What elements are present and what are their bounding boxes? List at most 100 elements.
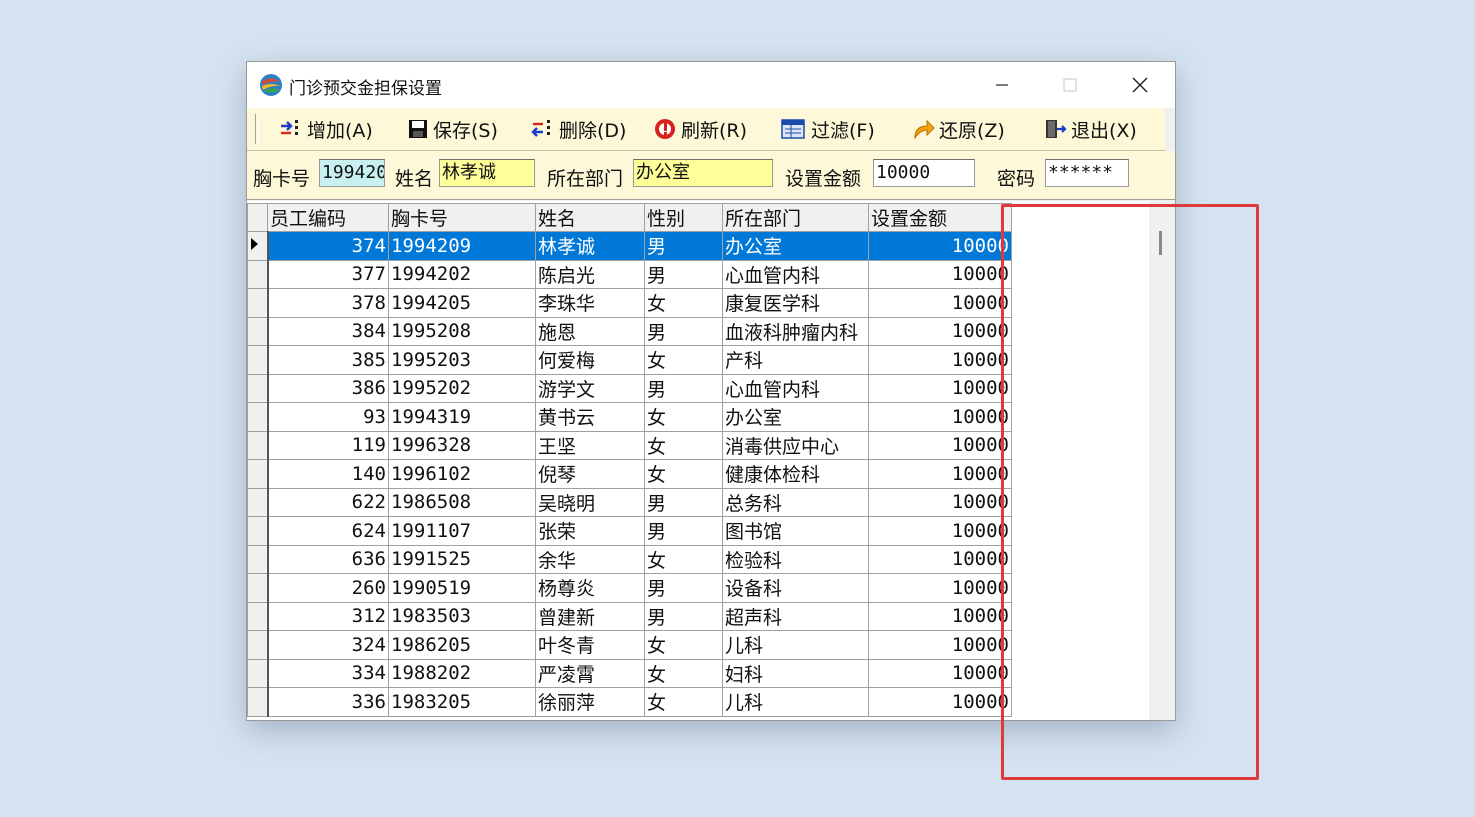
minimize-button[interactable] [979, 70, 1025, 100]
department-cell[interactable]: 心血管内科 [722, 373, 869, 403]
name-cell[interactable]: 严凌霄 [535, 658, 645, 688]
row-indicator[interactable] [247, 345, 269, 375]
gender-cell[interactable]: 男 [644, 601, 723, 631]
card-number-cell[interactable]: 1983205 [388, 687, 536, 717]
card-number-cell[interactable]: 1994205 [388, 288, 536, 318]
row-indicator[interactable] [247, 373, 269, 403]
row-indicator[interactable] [247, 516, 269, 546]
gender-cell[interactable]: 女 [644, 430, 723, 460]
table-row[interactable]: 336 1983205 徐丽萍女儿科 10000 [247, 687, 1012, 717]
employee-id-cell[interactable]: 260 [267, 573, 389, 603]
row-indicator[interactable] [247, 630, 269, 660]
row-indicator[interactable] [247, 402, 269, 432]
gender-cell[interactable]: 女 [644, 288, 723, 318]
department-cell[interactable]: 消毒供应中心 [722, 430, 869, 460]
card-number-cell[interactable]: 1996328 [388, 430, 536, 460]
name-cell[interactable]: 张荣 [535, 516, 645, 546]
delete-button[interactable]: 删除(D) [531, 116, 626, 142]
table-row[interactable]: 378 1994205 李珠华女康复医学科 10000 [247, 288, 1012, 318]
card-number-cell[interactable]: 1991525 [388, 544, 536, 574]
amount-cell[interactable]: 10000 [868, 231, 1012, 261]
row-indicator[interactable] [247, 259, 269, 289]
name-cell[interactable]: 陈启光 [535, 259, 645, 289]
maximize-button[interactable] [1047, 70, 1093, 100]
department-cell[interactable]: 办公室 [722, 402, 869, 432]
card-number-cell[interactable]: 1988202 [388, 658, 536, 688]
gender-cell[interactable]: 女 [644, 544, 723, 574]
name-cell[interactable]: 黄书云 [535, 402, 645, 432]
department-cell[interactable]: 健康体检科 [722, 459, 869, 489]
table-row[interactable]: 624 1991107 张荣男图书馆 10000 [247, 516, 1012, 546]
name-cell[interactable]: 何爱梅 [535, 345, 645, 375]
row-indicator[interactable] [247, 544, 269, 574]
amount-cell[interactable]: 10000 [868, 316, 1012, 346]
employee-id-cell[interactable]: 378 [267, 288, 389, 318]
employee-id-cell[interactable]: 140 [267, 459, 389, 489]
amount-cell[interactable]: 10000 [868, 259, 1012, 289]
employee-id-cell[interactable]: 385 [267, 345, 389, 375]
department-cell[interactable]: 儿科 [722, 687, 869, 717]
table-row[interactable]: 622 1986508 吴晓明男总务科 10000 [247, 487, 1012, 517]
card-number-cell[interactable]: 1986205 [388, 630, 536, 660]
amount-cell[interactable]: 10000 [868, 544, 1012, 574]
employee-id-cell[interactable]: 386 [267, 373, 389, 403]
amount-cell[interactable]: 10000 [868, 516, 1012, 546]
name-cell[interactable]: 施恩 [535, 316, 645, 346]
employee-id-cell[interactable]: 93 [267, 402, 389, 432]
department-cell[interactable]: 妇科 [722, 658, 869, 688]
gender-header[interactable]: 性别 [644, 203, 723, 232]
employee-id-cell[interactable]: 377 [267, 259, 389, 289]
gender-cell[interactable]: 女 [644, 687, 723, 717]
row-indicator[interactable] [247, 430, 269, 460]
name-cell[interactable]: 徐丽萍 [535, 687, 645, 717]
table-row[interactable]: 386 1995202 游学文男心血管内科 10000 [247, 373, 1012, 403]
table-row[interactable]: 140 1996102 倪琴女健康体检科 10000 [247, 459, 1012, 489]
amount-cell[interactable]: 10000 [868, 687, 1012, 717]
amount-cell[interactable]: 10000 [868, 373, 1012, 403]
add-button[interactable]: 增加(A) [279, 116, 373, 142]
card-number-cell[interactable]: 1990519 [388, 573, 536, 603]
amount-cell[interactable]: 10000 [868, 288, 1012, 318]
row-indicator[interactable] [247, 459, 269, 489]
department-cell[interactable]: 办公室 [722, 231, 869, 261]
employee-id-header[interactable]: 员工编码 [267, 203, 389, 232]
amount-cell[interactable]: 10000 [868, 601, 1012, 631]
close-button[interactable] [1117, 70, 1163, 100]
table-row[interactable]: 119 1996328 王坚女消毒供应中心 10000 [247, 430, 1012, 460]
table-row[interactable]: 260 1990519 杨尊炎男设备科 10000 [247, 573, 1012, 603]
amount-cell[interactable]: 10000 [868, 658, 1012, 688]
gender-cell[interactable]: 男 [644, 487, 723, 517]
gender-cell[interactable]: 女 [644, 630, 723, 660]
save-button[interactable]: 保存(S) [407, 116, 498, 142]
table-row[interactable]: 93 1994319 黄书云女办公室 10000 [247, 402, 1012, 432]
restore-button[interactable]: 还原(Z) [911, 116, 1005, 142]
table-row[interactable]: 324 1986205 叶冬青女儿科 10000 [247, 630, 1012, 660]
employee-id-cell[interactable]: 384 [267, 316, 389, 346]
amount-cell[interactable]: 10000 [868, 459, 1012, 489]
department-cell[interactable]: 超声科 [722, 601, 869, 631]
row-indicator[interactable] [247, 231, 269, 261]
amount-header[interactable]: 设置金额 [868, 203, 1012, 232]
gender-cell[interactable]: 男 [644, 259, 723, 289]
amount-cell[interactable]: 10000 [868, 430, 1012, 460]
gender-cell[interactable]: 男 [644, 516, 723, 546]
name-cell[interactable]: 吴晓明 [535, 487, 645, 517]
amount-cell[interactable]: 10000 [868, 345, 1012, 375]
card-number-cell[interactable]: 1995203 [388, 345, 536, 375]
department-cell[interactable]: 设备科 [722, 573, 869, 603]
name-cell[interactable]: 曾建新 [535, 601, 645, 631]
amount-cell[interactable]: 10000 [868, 402, 1012, 432]
gender-cell[interactable]: 女 [644, 345, 723, 375]
row-indicator[interactable] [247, 316, 269, 346]
employee-id-cell[interactable]: 334 [267, 658, 389, 688]
card-number-cell[interactable]: 1996102 [388, 459, 536, 489]
name-cell[interactable]: 林孝诚 [535, 231, 645, 261]
department-header[interactable]: 所在部门 [722, 203, 869, 232]
employee-id-cell[interactable]: 312 [267, 601, 389, 631]
gender-cell[interactable]: 男 [644, 231, 723, 261]
card-number-cell[interactable]: 1986508 [388, 487, 536, 517]
employee-id-cell[interactable]: 636 [267, 544, 389, 574]
department-cell[interactable]: 康复医学科 [722, 288, 869, 318]
department-cell[interactable]: 心血管内科 [722, 259, 869, 289]
name-cell[interactable]: 王坚 [535, 430, 645, 460]
